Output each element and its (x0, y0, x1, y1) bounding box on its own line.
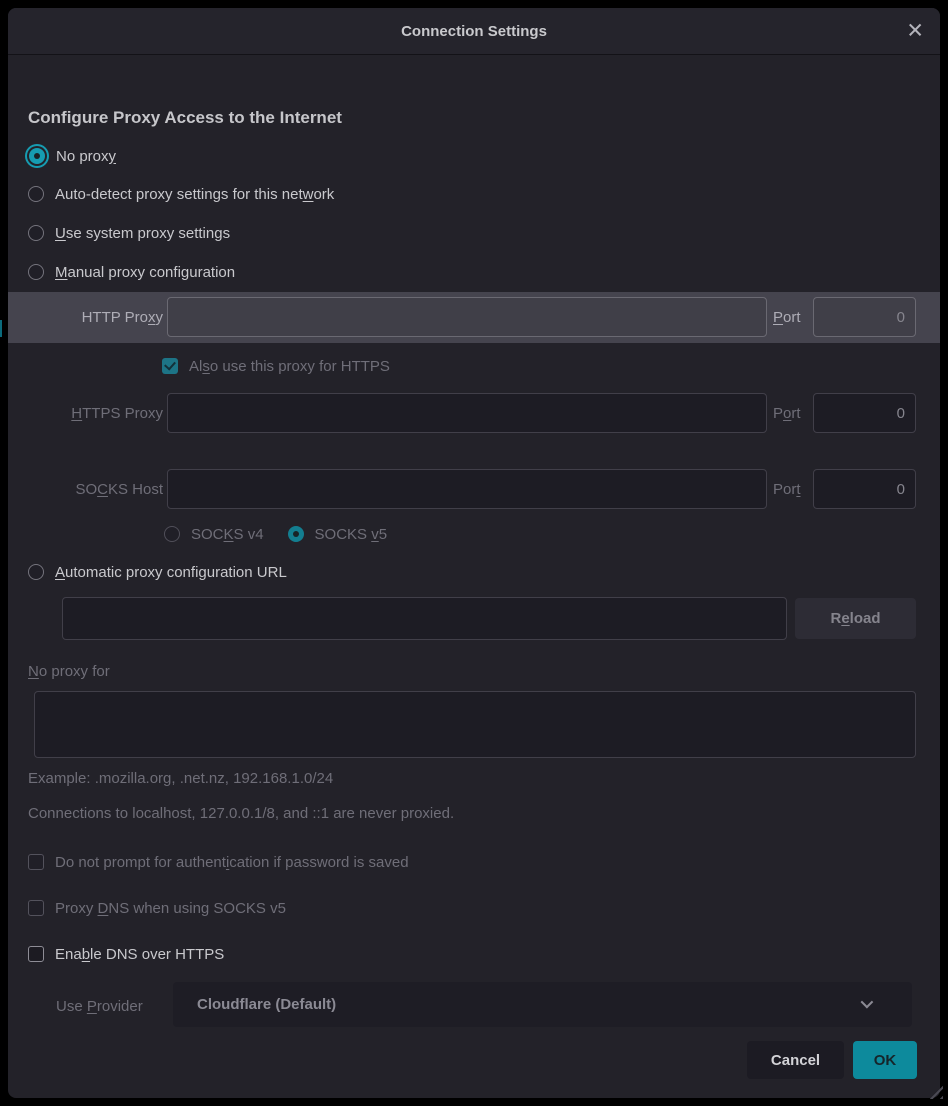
no-auth-prompt-row[interactable]: Do not prompt for authentication if pass… (28, 850, 409, 874)
https-port-input[interactable] (813, 393, 916, 433)
cancel-button[interactable]: Cancel (747, 1041, 844, 1079)
use-system-radio[interactable] (28, 225, 44, 241)
no-proxy-for-label-row: No proxy for (28, 659, 110, 683)
http-port-input[interactable] (813, 297, 916, 337)
dialog-titlebar: Connection Settings ✕ (8, 8, 940, 55)
no-proxy-for-textarea[interactable] (34, 691, 916, 758)
socks-port-input[interactable] (813, 469, 916, 509)
ok-button[interactable]: OK (853, 1041, 917, 1079)
socks-v4-label: SOCKS v4 (191, 526, 264, 543)
socks-host-label: SOCKS Host (75, 481, 163, 498)
https-port-label-row: Port (773, 401, 801, 425)
provider-label-row: Use Provider (56, 994, 143, 1018)
http-proxy-label-row: HTTP Proxy (28, 305, 163, 329)
also-https-label: Also use this proxy for HTTPS (189, 358, 390, 375)
http-proxy-label: HTTP Proxy (82, 309, 163, 326)
auto-url-label: Automatic proxy configuration URL (55, 564, 287, 581)
also-https-row[interactable]: Also use this proxy for HTTPS (162, 354, 390, 378)
http-port-label-row: Port (773, 305, 801, 329)
socks-v4-radio[interactable] (164, 526, 180, 542)
section-heading-row: Configure Proxy Access to the Internet (28, 106, 342, 129)
https-port-label: Port (773, 405, 801, 422)
example-text: Example: .mozilla.org, .net.nz, 192.168.… (28, 770, 333, 787)
radio-row-use-system[interactable]: Use system proxy settings (28, 221, 230, 245)
auto-detect-label: Auto-detect proxy settings for this netw… (55, 186, 334, 203)
manual-label: Manual proxy configuration (55, 264, 235, 281)
also-https-checkbox[interactable] (162, 358, 178, 374)
http-port-label: Port (773, 309, 801, 326)
manual-radio[interactable] (28, 264, 44, 280)
auto-detect-radio[interactable] (28, 186, 44, 202)
connection-settings-dialog (8, 8, 940, 1098)
background-artifact (0, 320, 2, 337)
socks-host-input[interactable] (167, 469, 767, 509)
radio-row-auto-url[interactable]: Automatic proxy configuration URL (28, 560, 287, 584)
socks-v5-radio[interactable] (288, 526, 304, 542)
reload-button[interactable]: Reload (795, 598, 916, 639)
localhost-note-row: Connections to localhost, 127.0.0.1/8, a… (28, 801, 454, 825)
socks-v5-label: SOCKS v5 (315, 526, 388, 543)
enable-doh-checkbox[interactable] (28, 946, 44, 962)
close-icon[interactable]: ✕ (906, 21, 924, 42)
https-proxy-label: HTTPS Proxy (71, 405, 163, 422)
enable-doh-label: Enable DNS over HTTPS (55, 946, 224, 963)
no-proxy-radio[interactable] (29, 148, 45, 164)
auto-url-radio[interactable] (28, 564, 44, 580)
radio-row-manual[interactable]: Manual proxy configuration (28, 260, 235, 284)
socks-version-row: SOCKS v4 SOCKS v5 (164, 522, 387, 546)
proxy-dns-checkbox[interactable] (28, 900, 44, 916)
http-proxy-input[interactable] (167, 297, 767, 337)
page-title: Configure Proxy Access to the Internet (28, 108, 342, 128)
no-proxy-for-label: No proxy for (28, 663, 110, 680)
proxy-dns-label: Proxy DNS when using SOCKS v5 (55, 900, 286, 917)
no-proxy-label: No proxy (56, 148, 116, 165)
socks-host-label-row: SOCKS Host (28, 477, 163, 501)
radio-row-no-proxy[interactable]: No proxy (29, 144, 116, 168)
radio-row-auto-detect[interactable]: Auto-detect proxy settings for this netw… (28, 182, 334, 206)
socks-port-label: Port (773, 481, 801, 498)
https-proxy-label-row: HTTPS Proxy (28, 401, 163, 425)
socks-port-label-row: Port (773, 477, 801, 501)
no-auth-prompt-checkbox[interactable] (28, 854, 44, 870)
dialog-title: Connection Settings (401, 23, 547, 40)
auto-url-input[interactable] (62, 597, 787, 640)
chevron-down-icon (861, 996, 874, 1009)
provider-label: Use Provider (56, 998, 143, 1015)
use-system-label: Use system proxy settings (55, 225, 230, 242)
localhost-note-text: Connections to localhost, 127.0.0.1/8, a… (28, 805, 454, 822)
example-row: Example: .mozilla.org, .net.nz, 192.168.… (28, 766, 333, 790)
https-proxy-input[interactable] (167, 393, 767, 433)
proxy-dns-row[interactable]: Proxy DNS when using SOCKS v5 (28, 896, 286, 920)
no-auth-prompt-label: Do not prompt for authentication if pass… (55, 854, 409, 871)
provider-select[interactable]: Cloudflare (Default) (173, 982, 912, 1027)
enable-doh-row[interactable]: Enable DNS over HTTPS (28, 942, 224, 966)
provider-selected-value: Cloudflare (Default) (197, 996, 336, 1013)
